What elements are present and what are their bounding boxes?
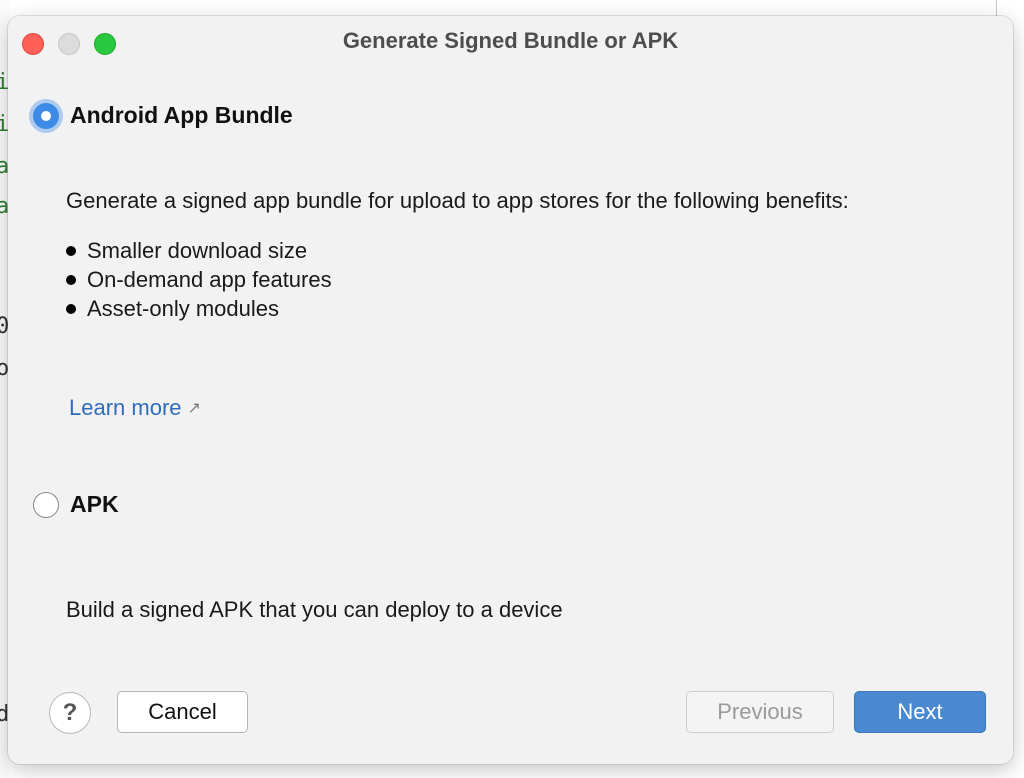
- list-item: Smaller download size: [66, 236, 332, 265]
- list-item: Asset-only modules: [66, 294, 332, 323]
- next-button[interactable]: Next: [854, 691, 986, 733]
- title-bar[interactable]: Generate Signed Bundle or APK: [8, 16, 1013, 68]
- apk-description: Build a signed APK that you can deploy t…: [66, 597, 563, 622]
- help-button[interactable]: ?: [49, 692, 91, 734]
- dialog-title: Generate Signed Bundle or APK: [342, 28, 679, 53]
- bundle-benefits-list: Smaller download size On-demand app feat…: [66, 236, 332, 323]
- previous-button[interactable]: Previous: [686, 691, 834, 733]
- cancel-button[interactable]: Cancel: [117, 691, 248, 733]
- editor-divider: [996, 0, 997, 16]
- bullet-icon: [66, 246, 76, 256]
- list-item: On-demand app features: [66, 265, 332, 294]
- bundle-description: Generate a signed app bundle for upload …: [66, 188, 849, 213]
- apk-label[interactable]: APK: [70, 491, 119, 518]
- external-link-arrow-icon: ↗: [187, 400, 201, 417]
- android-app-bundle-radio[interactable]: [33, 103, 59, 129]
- generate-signed-bundle-dialog: Generate Signed Bundle or APK Android Ap…: [8, 16, 1013, 764]
- android-app-bundle-label[interactable]: Android App Bundle: [70, 102, 293, 129]
- apk-radio[interactable]: [33, 492, 59, 518]
- bullet-icon: [66, 304, 76, 314]
- bullet-icon: [66, 275, 76, 285]
- learn-more-link[interactable]: Learn more ↗: [69, 395, 201, 421]
